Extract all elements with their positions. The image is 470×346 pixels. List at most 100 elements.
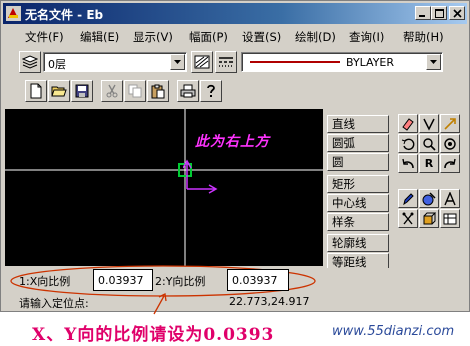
cursor-coordinates: 22.773,24.917 — [229, 295, 310, 308]
print-button[interactable] — [177, 80, 199, 102]
menu-file[interactable]: 文件(F) — [25, 29, 64, 45]
hatch-button[interactable] — [419, 189, 439, 208]
redo-button[interactable] — [440, 154, 460, 173]
text-button[interactable] — [440, 189, 460, 208]
pointer-arrow-icon — [153, 293, 167, 315]
app-window: 无名文件 - Eb 文件(F) 编辑(E) 显示(V) 幅面(P) 设置(S) … — [0, 0, 470, 312]
extend-arrow-icon — [444, 117, 456, 130]
website-watermark: www.55dianzi.com — [332, 324, 455, 339]
command-circle[interactable]: 圆 — [327, 153, 389, 171]
line-sample-icon — [250, 61, 340, 63]
rotate-view-button[interactable] — [398, 134, 418, 153]
block-icon — [423, 212, 436, 224]
minimize-button[interactable] — [415, 6, 431, 20]
command-prompt: 请输入定位点: — [19, 297, 89, 310]
redraw-label: R — [424, 157, 434, 170]
title-bar: 无名文件 - Eb — [3, 3, 467, 24]
linetype-button[interactable] — [215, 51, 237, 73]
help-icon — [207, 84, 215, 97]
command-spline[interactable]: 样条 — [327, 213, 389, 231]
canvas-annotation: 此为右上方 — [195, 134, 270, 150]
layer-select[interactable]: 0层 — [43, 52, 187, 72]
maximize-button[interactable] — [431, 6, 447, 20]
app-icon — [6, 6, 21, 21]
menu-draw[interactable]: 绘制(D) — [295, 29, 336, 45]
paste-button[interactable] — [147, 80, 169, 102]
y-scale-input[interactable]: 0.03937 — [227, 269, 289, 291]
axis-arrows-icon — [183, 159, 218, 194]
hatch-icon — [422, 191, 436, 205]
x-scale-input[interactable]: 0.03937 — [93, 269, 153, 291]
command-panel: 直线 圆弧 圆 矩形 中心线 样条 轮廓线 等距线 — [327, 113, 389, 268]
layer-manager-button[interactable] — [19, 51, 41, 73]
open-file-button[interactable] — [48, 80, 70, 102]
layer-dropdown-arrow[interactable] — [170, 54, 185, 70]
linetype-icon — [219, 57, 233, 67]
menu-page[interactable]: 幅面(P) — [189, 29, 228, 45]
command-contour[interactable]: 轮廓线 — [327, 234, 389, 252]
maximize-icon — [434, 8, 444, 18]
command-offset[interactable]: 等距线 — [327, 253, 389, 268]
color-icon — [194, 55, 210, 69]
command-centerline[interactable]: 中心线 — [327, 194, 389, 212]
zoom-extent-button[interactable] — [440, 134, 460, 153]
menu-settings[interactable]: 设置(S) — [242, 29, 281, 45]
tool-icon-panel: R — [394, 111, 464, 271]
undo-button[interactable] — [398, 154, 418, 173]
linetype-dropdown-arrow[interactable] — [426, 54, 441, 70]
chevron-down-icon — [174, 60, 181, 64]
menu-query[interactable]: 查询(I) — [349, 29, 384, 45]
command-line[interactable]: 直线 — [327, 115, 389, 133]
x-scale-label: 1:X向比例 — [19, 275, 71, 288]
crosshair-cursor — [5, 109, 323, 266]
scissors-icon — [402, 212, 414, 224]
menu-help[interactable]: 帮助(H) — [403, 29, 444, 45]
close-button[interactable] — [449, 6, 465, 20]
zoom-extent-icon — [444, 137, 456, 150]
y-scale-label: 2:Y向比例 — [155, 275, 206, 288]
new-file-button[interactable] — [25, 80, 47, 102]
redraw-button[interactable]: R — [419, 154, 439, 173]
instruction-caption: X、Y向的比例请设为0.0393 — [32, 325, 275, 345]
standard-toolbar — [3, 78, 243, 106]
linetype-value: BYLAYER — [346, 56, 395, 69]
menu-edit[interactable]: 编辑(E) — [80, 29, 119, 45]
table-icon — [443, 213, 457, 224]
minimize-icon — [419, 15, 425, 17]
dimension-button[interactable] — [398, 189, 418, 208]
trim-icon — [423, 118, 435, 131]
linetype-select[interactable]: BYLAYER — [241, 52, 443, 72]
save-icon — [75, 84, 89, 98]
paste-icon — [151, 84, 165, 98]
drawing-canvas[interactable]: 此为右上方 — [5, 109, 323, 266]
text-a-icon — [444, 191, 456, 205]
chevron-down-icon — [430, 60, 437, 64]
close-icon — [452, 8, 462, 18]
menu-view[interactable]: 显示(V) — [133, 29, 173, 45]
properties-toolbar: 0层 BYLAYER — [3, 49, 467, 75]
printer-icon — [180, 84, 196, 98]
cut-button[interactable] — [101, 80, 123, 102]
block-button[interactable] — [419, 209, 439, 228]
window-title: 无名文件 - Eb — [25, 8, 104, 22]
layers-icon — [22, 55, 38, 69]
command-rectangle[interactable]: 矩形 — [327, 175, 389, 193]
command-arc[interactable]: 圆弧 — [327, 134, 389, 152]
copy-icon — [128, 84, 142, 98]
extend-button[interactable] — [440, 114, 460, 133]
folder-open-icon — [51, 86, 67, 97]
save-button[interactable] — [71, 80, 93, 102]
copy-button[interactable] — [124, 80, 146, 102]
new-file-icon — [30, 83, 42, 99]
layer-value: 0层 — [48, 58, 66, 71]
erase-button[interactable] — [398, 114, 418, 133]
help-button[interactable] — [200, 80, 222, 102]
rotate-icon — [401, 138, 415, 150]
menu-bar: 文件(F) 编辑(E) 显示(V) 幅面(P) 设置(S) 绘制(D) 查询(I… — [3, 26, 467, 46]
eraser-icon — [402, 117, 414, 131]
color-button[interactable] — [191, 51, 213, 73]
explode-button[interactable] — [398, 209, 418, 228]
trim-button[interactable] — [419, 114, 439, 133]
table-button[interactable] — [440, 209, 460, 228]
zoom-window-button[interactable] — [419, 134, 439, 153]
